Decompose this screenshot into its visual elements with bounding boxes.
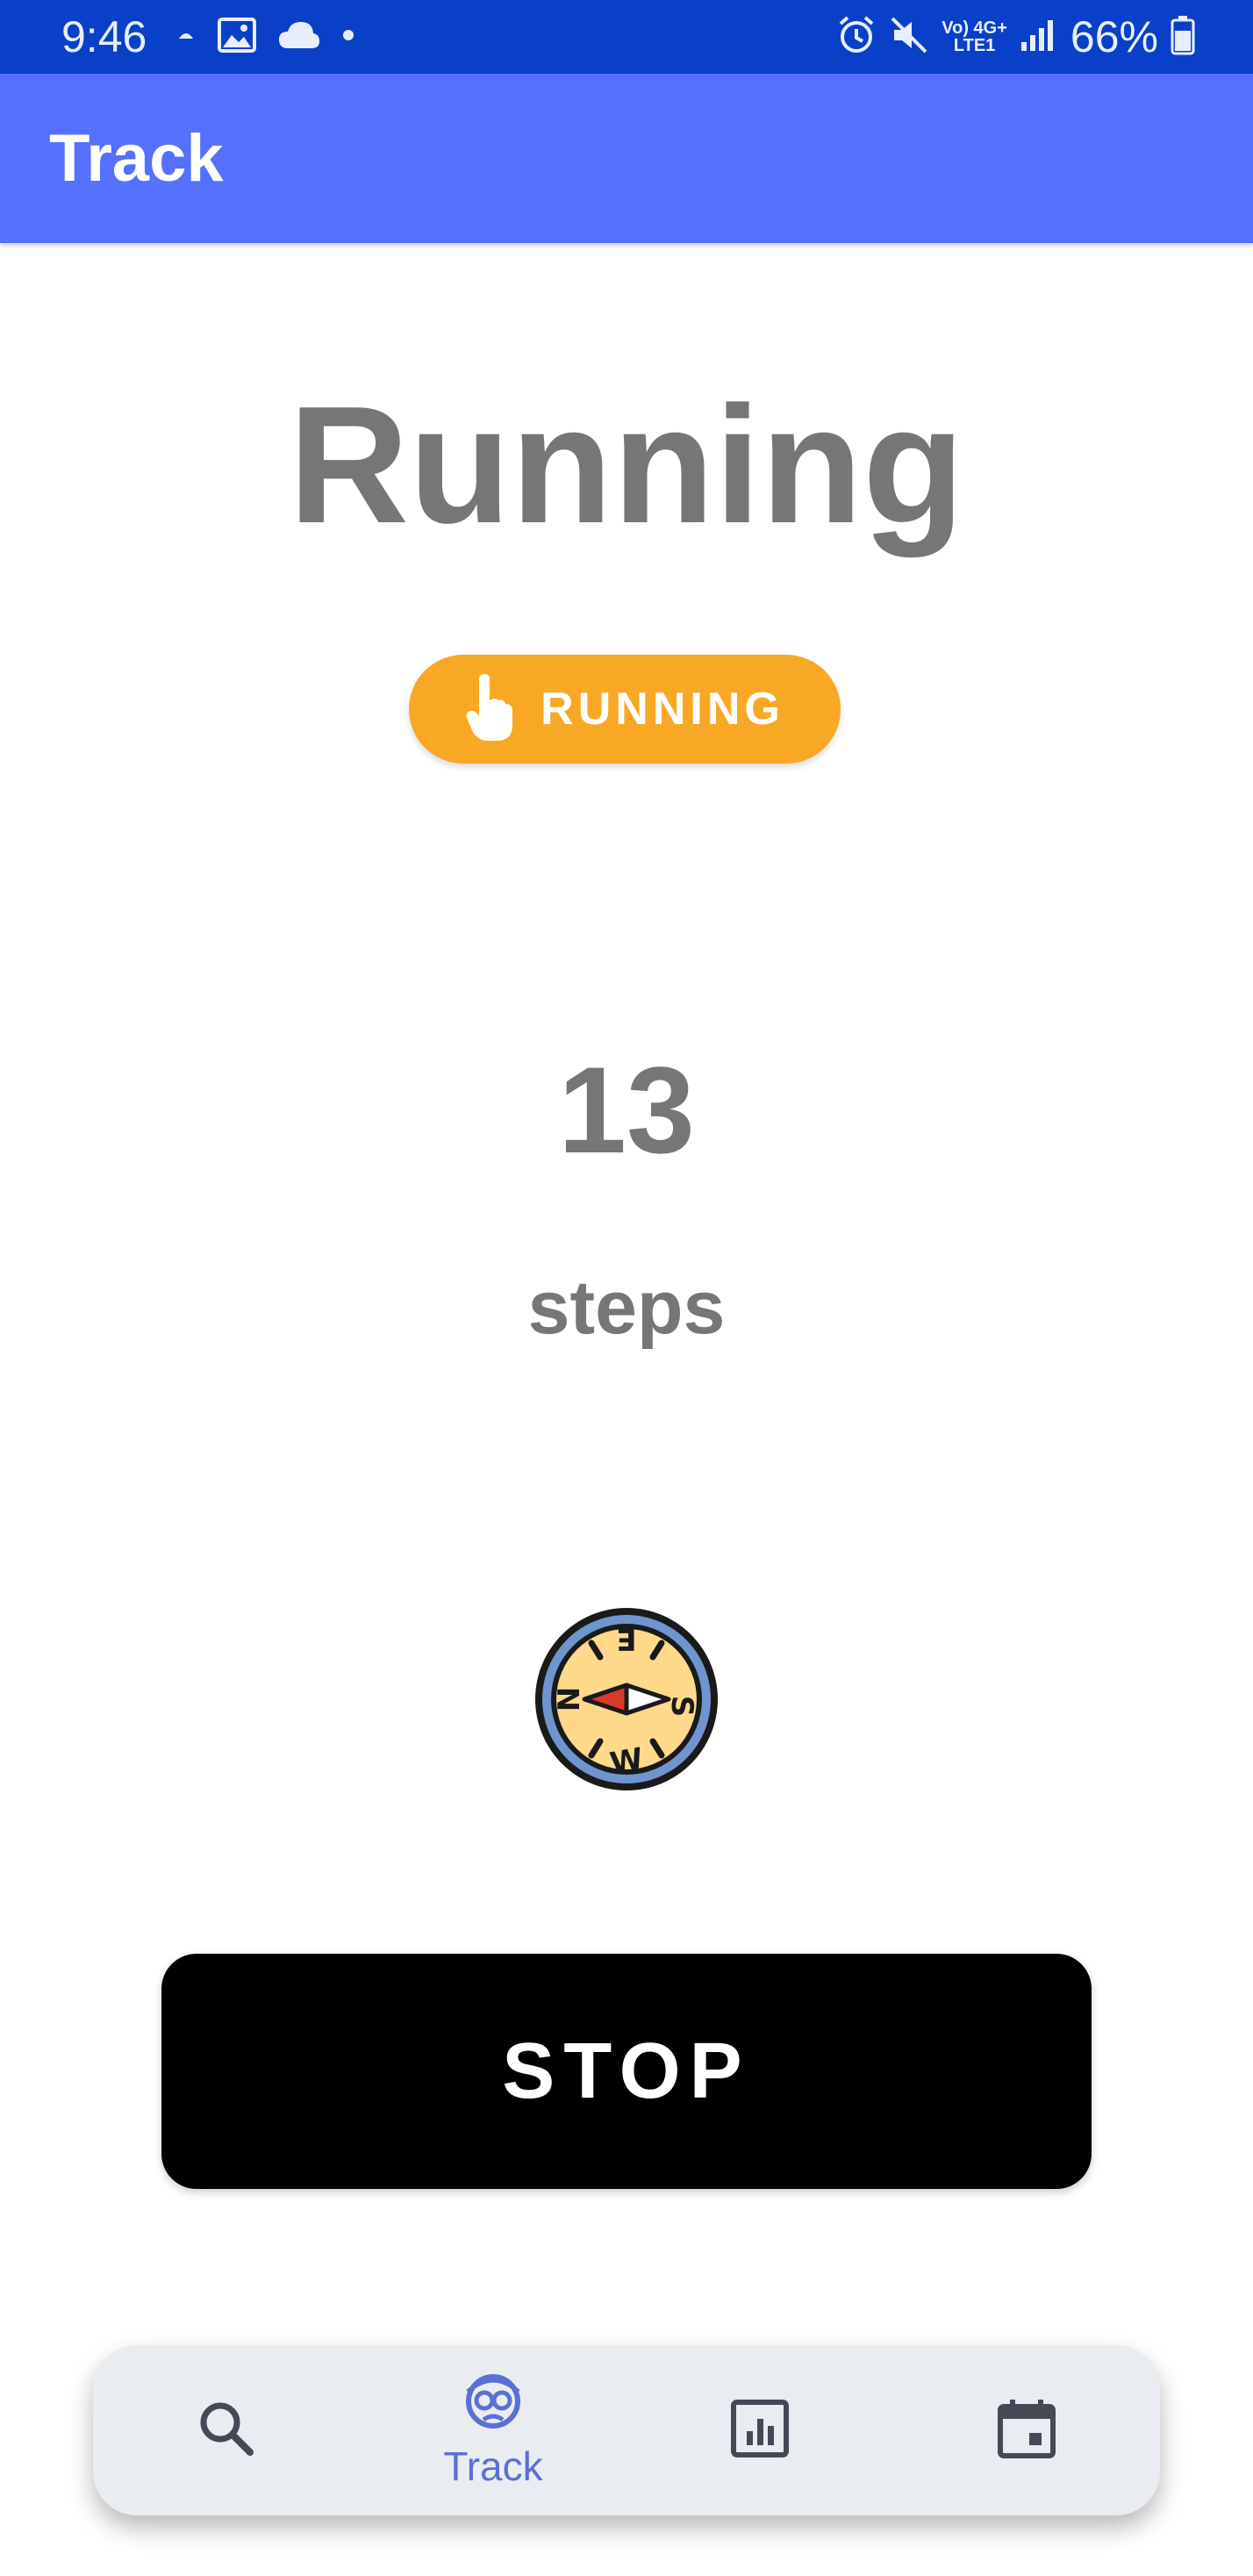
cloud-icon — [277, 20, 321, 54]
status-time: 9:46 — [61, 12, 147, 61]
nav-item-calendar[interactable] — [939, 2345, 1114, 2515]
activity-title: Running — [288, 372, 965, 558]
alarm-icon — [836, 15, 877, 60]
nav-item-search[interactable] — [139, 2345, 314, 2515]
stop-button[interactable]: STOP — [161, 1954, 1092, 2189]
svg-text:E: E — [616, 1621, 636, 1656]
calendar-icon — [996, 2398, 1057, 2464]
status-bar: 9:46 Vo) 4G+ LTE1 66% — [0, 0, 1253, 74]
app-bar-title: Track — [49, 121, 224, 196]
image-icon — [218, 17, 256, 57]
nav-item-track[interactable]: Track — [405, 2345, 581, 2515]
activity-chip-label: RUNNING — [541, 684, 784, 735]
compass-icon: E S W N — [532, 1604, 721, 1794]
nav-item-stats[interactable] — [672, 2345, 848, 2515]
svg-text:N: N — [552, 1687, 587, 1711]
signal-icon — [1020, 18, 1058, 57]
status-right: Vo) 4G+ LTE1 66% — [836, 11, 1195, 63]
activity-chip[interactable]: RUNNING — [409, 655, 841, 764]
network-info: Vo) 4G+ LTE1 — [942, 19, 1007, 54]
step-count: 13 — [558, 1041, 695, 1179]
step-unit-label: steps — [527, 1266, 726, 1350]
lte-label: LTE1 — [953, 36, 996, 55]
network-label: Vo) 4G+ — [942, 18, 1007, 38]
search-icon — [196, 2398, 257, 2464]
status-left-icons — [175, 16, 354, 58]
nav-label-track: Track — [443, 2443, 543, 2489]
battery-percent: 66% — [1070, 12, 1158, 61]
battery-icon — [1171, 15, 1195, 60]
bottom-nav: Track — [93, 2345, 1160, 2515]
stats-icon — [729, 2398, 791, 2464]
dot-icon — [342, 29, 354, 46]
track-icon — [462, 2372, 524, 2438]
mute-icon — [889, 15, 929, 60]
hand-pointer-icon — [465, 673, 514, 745]
weather-icon — [175, 25, 197, 50]
svg-text:W: W — [607, 1741, 646, 1782]
app-bar: Track — [0, 74, 1253, 243]
